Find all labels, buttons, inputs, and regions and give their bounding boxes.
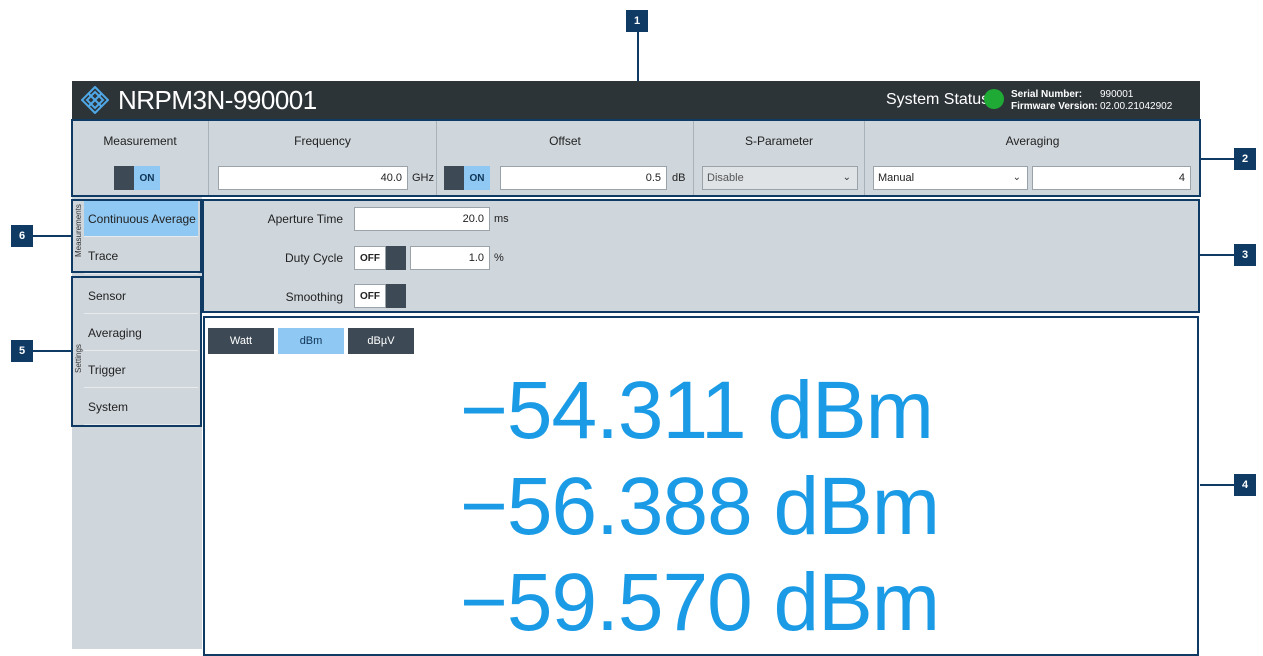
status-indicator-icon	[984, 89, 1004, 109]
sidebar-item-system[interactable]: System	[84, 389, 198, 425]
firmware-version-label: Firmware Version:	[1011, 101, 1098, 112]
callout-5: 5	[11, 340, 33, 362]
duty-cycle-toggle[interactable]: OFF	[354, 246, 406, 270]
sidebar-item-sensor[interactable]: Sensor	[84, 278, 198, 314]
measurement-toolbar: Measurement ON Frequency 40.0 GHz Offset…	[72, 120, 1200, 196]
offset-cell: Offset ON 0.5 dB	[437, 120, 694, 196]
serial-number-label: Serial Number:	[1011, 89, 1083, 100]
callout-4: 4	[1234, 474, 1256, 496]
offset-unit: dB	[672, 172, 686, 184]
offset-toggle-state: ON	[464, 166, 490, 190]
rohde-schwarz-logo-icon	[81, 86, 109, 114]
callout-2-leader	[1200, 158, 1234, 160]
toggle-knob	[444, 166, 464, 190]
averaging-cell: Averaging Manual ⌄ 4	[865, 120, 1200, 196]
sidebar-item-trace[interactable]: Trace	[84, 238, 198, 274]
unit-tab-dbuv[interactable]: dBµV	[348, 328, 414, 354]
system-status-label[interactable]: System Status	[886, 91, 989, 109]
reading-1: −54.311 dBm	[460, 365, 934, 456]
measurement-label: Measurement	[103, 134, 177, 148]
settings-group-label: Settings	[74, 344, 83, 373]
aperture-time-input[interactable]: 20.0	[354, 207, 490, 231]
device-title: NRPM3N-990001	[118, 85, 317, 115]
aperture-time-unit: ms	[494, 213, 509, 225]
averaging-count-input[interactable]: 4	[1032, 166, 1191, 190]
toggle-knob	[386, 284, 406, 308]
duty-cycle-input[interactable]: 1.0	[410, 246, 490, 270]
callout-2: 2	[1234, 148, 1256, 170]
sparameter-label: S-Parameter	[744, 134, 814, 148]
duty-cycle-unit: %	[494, 252, 504, 264]
chevron-down-icon: ⌄	[1012, 172, 1021, 183]
unit-tab-dbm[interactable]: dBm	[278, 328, 344, 354]
smoothing-toggle[interactable]: OFF	[354, 284, 406, 308]
sidebar-item-trigger[interactable]: Trigger	[84, 352, 198, 388]
callout-4-leader	[1200, 484, 1234, 486]
measurement-toggle[interactable]: ON	[114, 166, 160, 190]
sparameter-select-value: Disable	[707, 172, 744, 184]
smoothing-toggle-state: OFF	[354, 284, 386, 308]
smoothing-label: Smoothing	[285, 290, 343, 304]
offset-input[interactable]: 0.5	[500, 166, 667, 190]
sparameter-cell: S-Parameter Disable ⌄	[694, 120, 865, 196]
sidebar-item-averaging[interactable]: Averaging	[84, 315, 198, 351]
serial-number-value: 990001	[1100, 89, 1134, 100]
callout-5-leader	[33, 350, 72, 352]
toggle-knob	[114, 166, 134, 190]
averaging-label: Averaging	[1005, 134, 1060, 148]
sidebar-item-continuous-average[interactable]: Continuous Average	[84, 201, 198, 237]
callout-6: 6	[11, 225, 33, 247]
averaging-mode-select[interactable]: Manual ⌄	[873, 166, 1028, 190]
sparameter-select[interactable]: Disable ⌄	[702, 166, 858, 190]
measurement-settings-panel: Aperture Time 20.0 ms Duty Cycle OFF 1.0…	[203, 200, 1199, 312]
duty-cycle-label: Duty Cycle	[284, 251, 343, 265]
chevron-down-icon: ⌄	[842, 172, 851, 183]
frequency-label: Frequency	[294, 134, 351, 148]
firmware-version-value: 02.00.21042902	[1100, 101, 1173, 112]
toggle-knob	[386, 246, 406, 270]
callout-1: 1	[626, 10, 648, 32]
result-display: Watt dBm dBµV −54.311 dBm −56.388 dBm −5…	[205, 318, 1197, 649]
offset-label: Offset	[549, 134, 581, 148]
duty-cycle-toggle-state: OFF	[354, 246, 386, 270]
measurements-group-label: Measurements	[74, 204, 83, 257]
callout-3-leader	[1200, 254, 1234, 256]
reading-2: −56.388 dBm	[460, 461, 940, 552]
frequency-cell: Frequency 40.0 GHz	[209, 120, 437, 196]
callout-1-leader	[637, 32, 639, 81]
frequency-input[interactable]: 40.0	[218, 166, 408, 190]
frequency-unit: GHz	[412, 172, 434, 184]
offset-toggle[interactable]: ON	[444, 166, 490, 190]
averaging-mode-value: Manual	[878, 172, 915, 184]
reading-3: −59.570 dBm	[460, 557, 940, 648]
measurement-toggle-state: ON	[134, 166, 160, 190]
sidebar: Measurements Continuous Average Trace Se…	[72, 197, 202, 649]
callout-6-leader	[33, 235, 72, 237]
measurement-cell: Measurement ON	[72, 120, 209, 196]
unit-tab-watt[interactable]: Watt	[208, 328, 274, 354]
aperture-time-label: Aperture Time	[267, 212, 343, 226]
title-bar: NRPM3N-990001 System Status Serial Numbe…	[72, 81, 1200, 119]
callout-3: 3	[1234, 244, 1256, 266]
